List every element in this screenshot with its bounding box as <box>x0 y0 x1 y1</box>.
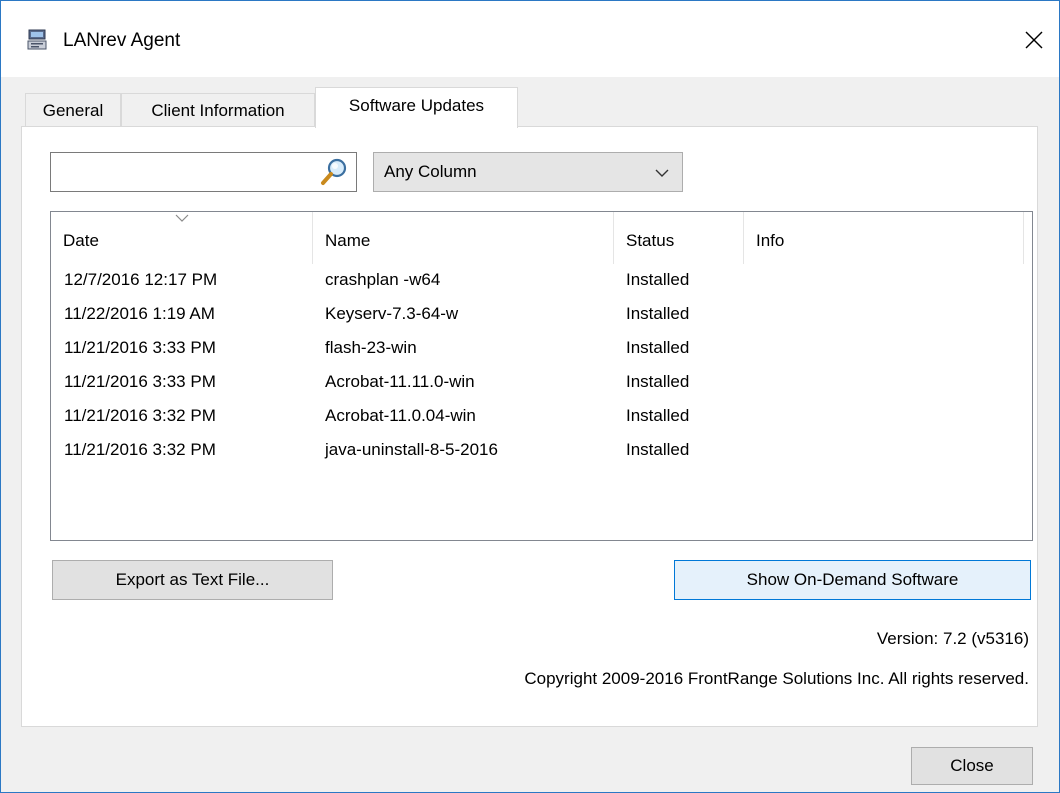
table-row[interactable]: 11/22/2016 1:19 AM Keyserv-7.3-64-w Inst… <box>51 298 1032 332</box>
row-date: 11/21/2016 3:32 PM <box>64 440 216 459</box>
row-name: flash-23-win <box>325 338 417 357</box>
close-icon <box>1025 31 1043 49</box>
row-date: 11/21/2016 3:33 PM <box>64 372 216 391</box>
column-header-info[interactable]: Info <box>744 212 1024 264</box>
row-date: 11/21/2016 3:32 PM <box>64 406 216 425</box>
lanrev-agent-window: LANrev Agent General Client Information … <box>0 0 1060 793</box>
version-label: Version: 7.2 (v5316) <box>876 629 1029 648</box>
table-row[interactable]: 12/7/2016 12:17 PM crashplan -w64 Instal… <box>51 264 1032 298</box>
row-date: 11/22/2016 1:19 AM <box>64 304 215 323</box>
column-header-status[interactable]: Status <box>614 212 744 264</box>
window-close-button[interactable] <box>1017 23 1051 57</box>
export-text-file-button[interactable]: Export as Text File... <box>52 560 333 600</box>
row-status: Installed <box>626 440 690 459</box>
search-field[interactable] <box>50 152 357 192</box>
table-row[interactable]: 11/21/2016 3:33 PM flash-23-win Installe… <box>51 332 1032 366</box>
copyright-label: Copyright 2009-2016 FrontRange Solutions… <box>524 669 1029 688</box>
table-row[interactable]: 11/21/2016 3:32 PM java-uninstall-8-5-20… <box>51 434 1032 468</box>
row-name: Acrobat-11.0.04-win <box>325 406 476 425</box>
row-name: java-uninstall-8-5-2016 <box>325 440 498 459</box>
tab-general[interactable]: General <box>25 93 121 126</box>
column-header-label: Name <box>325 231 371 250</box>
column-header-date[interactable]: Date <box>51 212 313 264</box>
show-on-demand-software-button[interactable]: Show On-Demand Software <box>674 560 1031 600</box>
column-header-name[interactable]: Name <box>313 212 614 264</box>
list-header: Date Name Status Info <box>51 212 1032 264</box>
search-icon[interactable] <box>318 156 350 188</box>
title-bar[interactable]: LANrev Agent <box>1 1 1059 77</box>
column-header-label: Info <box>756 231 785 250</box>
tab-client-information[interactable]: Client Information <box>121 93 315 126</box>
row-status: Installed <box>626 406 690 425</box>
sort-descending-icon <box>175 214 189 222</box>
column-header-label: Status <box>626 231 675 250</box>
tab-software-updates[interactable]: Software Updates <box>315 87 518 128</box>
chevron-down-icon <box>655 169 669 177</box>
close-button[interactable]: Close <box>911 747 1033 785</box>
agent-app-icon <box>27 29 47 50</box>
software-updates-panel: Any Column Date Name Status Info 12/7/20… <box>21 126 1038 727</box>
column-filter-dropdown[interactable]: Any Column <box>373 152 683 192</box>
window-title: LANrev Agent <box>63 30 181 51</box>
row-status: Installed <box>626 270 690 289</box>
table-row[interactable]: 11/21/2016 3:33 PM Acrobat-11.11.0-win I… <box>51 366 1032 400</box>
row-date: 11/21/2016 3:33 PM <box>64 338 216 357</box>
row-status: Installed <box>626 338 690 357</box>
list-rows: 12/7/2016 12:17 PM crashplan -w64 Instal… <box>51 264 1032 468</box>
column-header-label: Date <box>63 231 99 250</box>
row-status: Installed <box>626 304 690 323</box>
row-name: Keyserv-7.3-64-w <box>325 304 459 323</box>
row-name: crashplan -w64 <box>325 270 441 289</box>
row-name: Acrobat-11.11.0-win <box>325 372 475 391</box>
row-status: Installed <box>626 372 690 391</box>
column-filter-value: Any Column <box>384 162 477 181</box>
software-updates-list[interactable]: Date Name Status Info 12/7/2016 12:17 PM… <box>50 211 1033 541</box>
table-row[interactable]: 11/21/2016 3:32 PM Acrobat-11.0.04-win I… <box>51 400 1032 434</box>
search-input[interactable] <box>55 157 309 187</box>
row-date: 12/7/2016 12:17 PM <box>64 270 218 289</box>
